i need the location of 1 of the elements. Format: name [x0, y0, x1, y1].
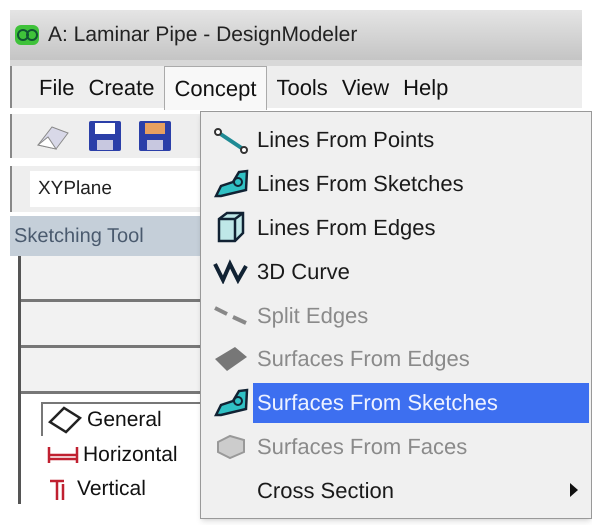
- window-title: A: Laminar Pipe - DesignModeler: [48, 22, 358, 48]
